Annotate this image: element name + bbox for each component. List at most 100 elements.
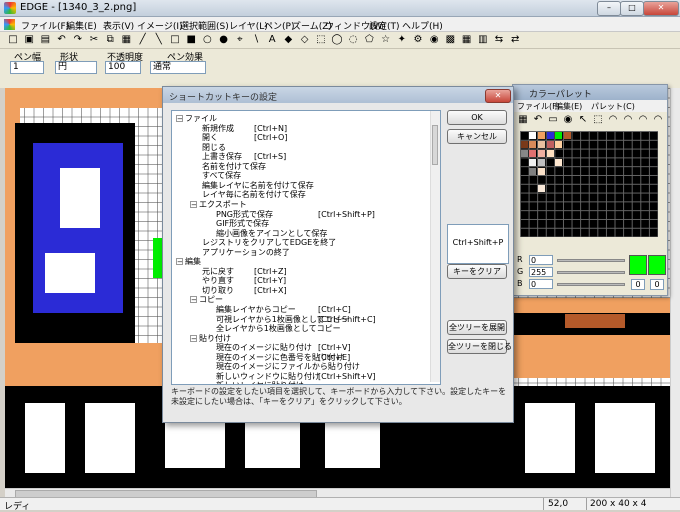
open-folder-icon[interactable]: ▣: [22, 33, 36, 47]
tree-item[interactable]: 新しいウィンドウに貼り付け [Ctrl+Shift+V]: [204, 372, 376, 381]
tree-item[interactable]: 名前を付けて保存: [190, 162, 266, 171]
color-index-a[interactable]: 0: [631, 279, 645, 290]
pencil-icon[interactable]: ✂: [87, 33, 101, 47]
swatch[interactable]: [547, 132, 554, 139]
menu-view[interactable]: 表示(V): [103, 19, 134, 32]
grid-icon[interactable]: ⇄: [508, 33, 522, 47]
tree-item[interactable]: レジストリをクリアしてEDGEを終了: [190, 238, 336, 247]
palette-tool-icon[interactable]: ◠: [621, 113, 635, 127]
tree-item[interactable]: − 編集: [176, 257, 201, 266]
rect-icon[interactable]: ⌖: [233, 33, 247, 47]
undo-icon[interactable]: ▦: [119, 33, 133, 47]
maximize-button[interactable]: □: [620, 1, 644, 16]
magic-wand-icon[interactable]: ▦: [460, 33, 474, 47]
cut-icon[interactable]: ╲: [152, 33, 166, 47]
expand-toggle-icon[interactable]: −: [190, 200, 197, 208]
swatch[interactable]: [538, 150, 545, 157]
tree-scroll-thumb[interactable]: [432, 125, 438, 165]
swatch[interactable]: [555, 141, 562, 148]
cancel-button[interactable]: キャンセル: [447, 129, 507, 144]
clear-key-button[interactable]: キーをクリア: [447, 264, 507, 279]
palette-menu-edit[interactable]: 編集(E): [555, 101, 582, 112]
tree-item[interactable]: 現在のイメージにファイルから貼り付け: [204, 362, 360, 371]
expand-all-button[interactable]: 全ツリーを展開: [447, 320, 507, 335]
swatch[interactable]: [538, 159, 545, 166]
filled-ellipse-icon[interactable]: ◆: [281, 33, 295, 47]
green-slider[interactable]: [557, 271, 625, 274]
palette-icon[interactable]: ⇆: [492, 33, 506, 47]
tree-item[interactable]: 開く [Ctrl+O]: [190, 133, 287, 142]
blue-value-input[interactable]: 0: [529, 279, 553, 289]
line-icon[interactable]: ⧉: [103, 33, 117, 47]
tree-item[interactable]: − コピー: [190, 295, 223, 304]
palette-tool-icon[interactable]: ◉: [561, 113, 575, 127]
tree-item[interactable]: 全レイヤから1枚画像としてコピー: [204, 324, 341, 333]
menu-settings[interactable]: 設定(T): [369, 19, 400, 32]
polygon-select-icon[interactable]: ◉: [427, 33, 441, 47]
menu-edit[interactable]: 編集(E): [66, 19, 97, 32]
fill-icon[interactable]: ◌: [346, 33, 360, 47]
tree-item[interactable]: 可視レイヤから1枚画像としてコピー [Ctrl+Shift+C]: [204, 315, 376, 324]
tree-item[interactable]: 閉じる: [190, 143, 226, 152]
close-button[interactable]: ✕: [643, 1, 679, 16]
new-file-icon[interactable]: □: [6, 33, 20, 47]
swatch[interactable]: [538, 141, 545, 148]
tree-item[interactable]: − エクスポート: [190, 200, 247, 209]
swatch[interactable]: [547, 141, 554, 148]
palette-tool-icon[interactable]: ⬚: [591, 113, 605, 127]
palette-swatch-grid[interactable]: [520, 131, 658, 237]
swatch[interactable]: [538, 168, 545, 175]
copy-icon[interactable]: □: [168, 33, 182, 47]
paste-icon[interactable]: ■: [184, 33, 198, 47]
key-input[interactable]: Ctrl+Shift+P: [447, 224, 509, 264]
red-value-input[interactable]: 0: [529, 255, 553, 265]
gear-icon[interactable]: ▥: [476, 33, 490, 47]
tree-item[interactable]: レイヤ毎に名前を付けて保存: [190, 190, 306, 199]
menu-pen[interactable]: ペン(P): [264, 19, 294, 32]
minimize-button[interactable]: –: [597, 1, 621, 16]
expand-toggle-icon[interactable]: −: [190, 334, 197, 342]
palette-tool-icon[interactable]: ▦: [516, 113, 530, 127]
opacity-input[interactable]: 100: [105, 61, 141, 74]
secondary-color-swatch[interactable]: [648, 255, 666, 275]
tree-item[interactable]: 新しいレイヤに貼り付け: [204, 381, 304, 384]
tree-item[interactable]: 上書き保存 [Ctrl+S]: [190, 152, 286, 161]
swatch[interactable]: [538, 132, 545, 139]
collapse-all-button[interactable]: 全ツリーを閉じる: [447, 339, 512, 354]
palette-tool-icon[interactable]: ↖: [576, 113, 590, 127]
red-slider[interactable]: [557, 259, 625, 262]
tree-item[interactable]: 現在のイメージに貼り付け [Ctrl+V]: [204, 343, 351, 352]
hand-icon[interactable]: ↷: [71, 33, 85, 47]
tree-item[interactable]: アプリケーションの終了: [190, 248, 290, 257]
palette-menu-palette[interactable]: パレット(C): [591, 101, 635, 112]
tree-item[interactable]: すべて保存: [190, 171, 241, 180]
blue-slider[interactable]: [557, 283, 625, 286]
save-icon[interactable]: ▤: [38, 33, 52, 47]
swatch[interactable]: [564, 132, 571, 139]
vertical-scrollbar[interactable]: [670, 88, 680, 497]
menu-image[interactable]: イメージ(I): [137, 19, 183, 32]
swatch[interactable]: [529, 150, 536, 157]
swatch[interactable]: [547, 150, 554, 157]
palette-tool-icon[interactable]: ◠: [636, 113, 650, 127]
tree-item[interactable]: 新規作成 [Ctrl+N]: [190, 124, 287, 133]
color-index-b[interactable]: 0: [650, 279, 664, 290]
ok-button[interactable]: OK: [447, 110, 507, 125]
pen-icon[interactable]: ○: [200, 33, 214, 47]
tree-item[interactable]: 編集レイヤに名前を付けて保存: [190, 181, 314, 190]
green-value-input[interactable]: 255: [529, 267, 553, 277]
menu-layer[interactable]: レイヤ(L): [229, 19, 268, 32]
ellipse-select-icon[interactable]: ✦: [395, 33, 409, 47]
swatch[interactable]: [555, 159, 562, 166]
palette-tool-icon[interactable]: ▭: [546, 113, 560, 127]
tree-item[interactable]: 編集レイヤからコピー [Ctrl+C]: [204, 305, 351, 314]
line-tool-icon[interactable]: ●: [217, 33, 231, 47]
palette-menu-file[interactable]: ファイル(F): [517, 101, 560, 112]
menu-file[interactable]: ファイル(F): [21, 19, 69, 32]
horizontal-scrollbar[interactable]: [5, 488, 670, 498]
dropper-icon[interactable]: ◇: [298, 33, 312, 47]
current-color-swatch[interactable]: [629, 255, 647, 275]
tree-item[interactable]: 縮小画像をアイコンとして保存: [204, 229, 327, 238]
select-icon[interactable]: ↶: [55, 33, 69, 47]
menu-help[interactable]: ヘルプ(H): [402, 19, 443, 32]
